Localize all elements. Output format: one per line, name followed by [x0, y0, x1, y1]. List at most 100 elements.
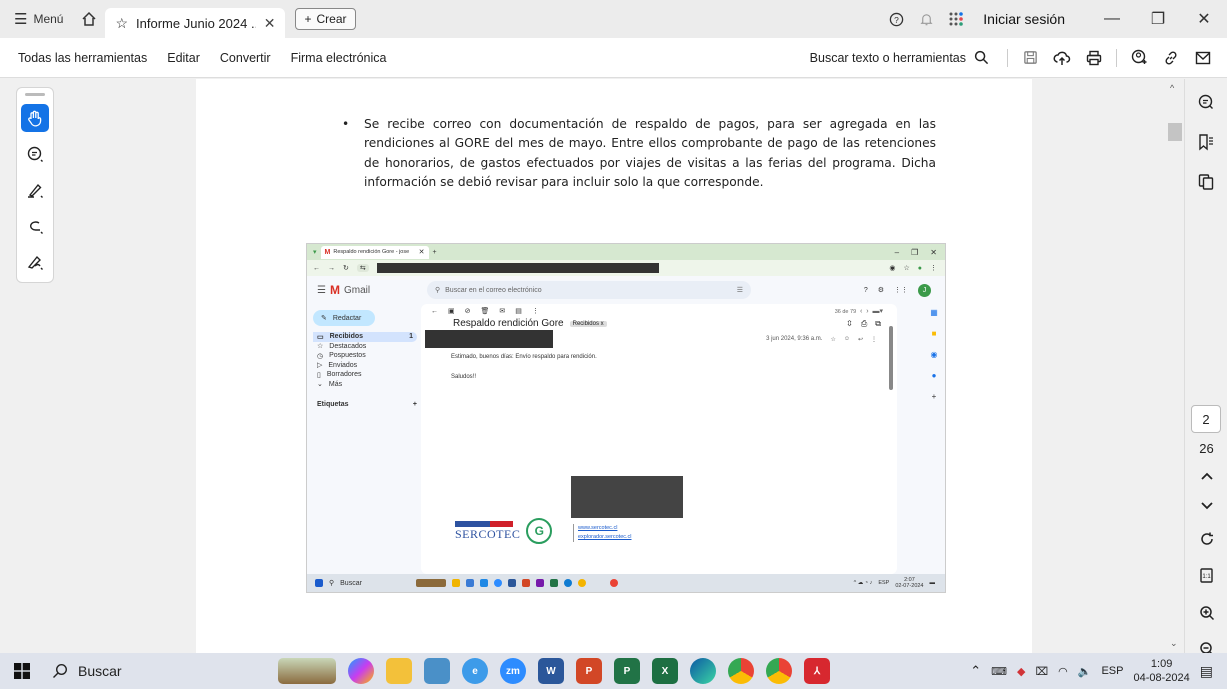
landscape-widget-icon[interactable]	[278, 658, 336, 684]
pages-panel-icon[interactable]	[1197, 173, 1215, 191]
nav-label: Recibidos	[329, 333, 364, 341]
nav-starred: ☆ Destacados	[313, 342, 417, 352]
menu-all-tools[interactable]: Todas las herramientas	[0, 51, 157, 65]
clock[interactable]: 1:09 04-08-2024	[1133, 657, 1189, 685]
tool-bar: Todas las herramientas Editar Convertir …	[0, 38, 1227, 78]
windows-taskbar: Buscar e zm W P P X ⅄ ⌃ ⌨ ◆ ⌧ ◠ 🔈 ESP 1:…	[0, 653, 1227, 689]
home-icon	[82, 11, 97, 26]
plus-icon: +	[304, 12, 312, 26]
start-button[interactable]	[0, 663, 44, 679]
apps-grid-icon[interactable]	[941, 11, 971, 27]
drag-handle[interactable]	[25, 93, 45, 96]
bell-icon[interactable]	[911, 12, 941, 27]
highlight-tool-button[interactable]	[21, 176, 49, 204]
save-icon[interactable]	[1014, 50, 1046, 65]
page-number-input[interactable]: 2	[1191, 405, 1221, 433]
copilot-icon[interactable]	[348, 658, 374, 684]
right-panel-rail: 2 26 1:1	[1184, 79, 1227, 657]
minimize-button[interactable]: —	[1089, 0, 1135, 38]
browser-tab-bar: ▾ M Respaldo rendición Gore - jose ✕ + –…	[307, 244, 945, 260]
tab-document[interactable]: ☆ Informe Junio 2024 ... ✕	[105, 8, 286, 38]
bookmark-star-icon: ☆	[903, 265, 910, 272]
new-tab-icon: +	[432, 248, 437, 256]
add-icon: +	[931, 392, 937, 401]
prev-page-icon[interactable]	[1200, 471, 1214, 481]
document-canvas[interactable]: • Se recibe correo con documentación de …	[0, 79, 1227, 657]
clock-icon: ◷	[317, 352, 324, 360]
next-page-icon[interactable]	[1200, 501, 1214, 511]
sign-tool-button[interactable]	[21, 248, 49, 276]
trash-icon: 🗑	[480, 308, 490, 315]
control-panel-icon[interactable]	[424, 658, 450, 684]
comment-tool-button[interactable]	[21, 140, 49, 168]
nav-label: Pospuestos	[329, 352, 366, 360]
embedded-taskbar-search: Buscar	[340, 579, 362, 587]
project-icon[interactable]: P	[614, 658, 640, 684]
title-bar: ☰ Menú ☆ Informe Junio 2024 ... ✕ + Crea…	[0, 0, 1227, 38]
chevron-down-icon: ⌄	[317, 381, 323, 389]
ime-icon[interactable]: ⌧	[1035, 665, 1048, 678]
page-fit-icon[interactable]: 1:1	[1198, 567, 1216, 585]
file-explorer-icon[interactable]	[386, 658, 412, 684]
hand-tool-button[interactable]	[21, 104, 49, 132]
scroll-thumb[interactable]	[1168, 123, 1182, 141]
restore-button[interactable]: ❐	[1135, 0, 1181, 38]
draw-tool-button[interactable]	[21, 212, 49, 240]
rotate-icon[interactable]	[1199, 531, 1215, 547]
close-window-button[interactable]: ✕	[1181, 0, 1227, 38]
share-user-icon[interactable]	[1123, 49, 1155, 66]
chrome-profile-icon[interactable]	[766, 658, 792, 684]
help-icon[interactable]: ?	[881, 12, 911, 27]
home-button[interactable]	[73, 0, 105, 38]
star-icon[interactable]: ☆	[115, 15, 128, 32]
email-icon[interactable]	[1187, 51, 1219, 65]
apps-icon: ⋮⋮	[894, 287, 908, 294]
menu-button[interactable]: ☰ Menú	[0, 0, 73, 38]
menu-convert[interactable]: Convertir	[210, 51, 281, 65]
volume-icon[interactable]: 🔈	[1078, 665, 1092, 678]
signature-link: explorador.sercotec.cl	[578, 534, 632, 540]
search-icon: ⚲	[329, 580, 335, 587]
vertical-scrollbar[interactable]: ^ ⌄	[1168, 79, 1182, 653]
nav-label: Destacados	[329, 342, 367, 350]
acrobat-icon[interactable]: ⅄	[804, 658, 830, 684]
emoji-icon: ☺	[843, 336, 850, 342]
chrome-icon[interactable]	[728, 658, 754, 684]
scroll-up-icon[interactable]: ^	[1170, 83, 1174, 93]
tab-label: Informe Junio 2024 ...	[136, 15, 256, 31]
menu-esign[interactable]: Firma electrónica	[281, 51, 397, 65]
redacted-url	[376, 263, 659, 273]
wifi-icon[interactable]: ◠	[1058, 665, 1068, 678]
reply-icon: ↩	[857, 337, 863, 343]
chevron-up-icon[interactable]: ⌃	[970, 663, 981, 679]
edge-icon[interactable]	[690, 658, 716, 684]
powerpoint-icon[interactable]: P	[576, 658, 602, 684]
close-tab-icon[interactable]: ✕	[264, 15, 276, 32]
zoom-in-icon[interactable]	[1199, 605, 1215, 621]
language-indicator[interactable]: ESP	[1101, 665, 1123, 677]
taskbar-search[interactable]: Buscar	[44, 663, 244, 679]
keyboard-icon[interactable]: ⌨	[991, 665, 1007, 678]
link-icon[interactable]	[1155, 50, 1187, 66]
excel-icon[interactable]: X	[652, 658, 678, 684]
divider	[1116, 48, 1117, 67]
signature-icon	[27, 255, 43, 270]
notifications-icon[interactable]: ▤	[1200, 663, 1213, 680]
cloud-upload-icon[interactable]	[1046, 50, 1078, 66]
menu-edit[interactable]: Editar	[157, 51, 210, 65]
tab-dropdown-icon: ▾	[313, 249, 317, 256]
edge-legacy-icon[interactable]: e	[462, 658, 488, 684]
login-link[interactable]: Iniciar sesión	[971, 11, 1089, 27]
zoom-icon[interactable]: zm	[500, 658, 526, 684]
create-button[interactable]: + Crear	[295, 8, 356, 30]
comments-panel-icon[interactable]	[1197, 93, 1215, 111]
create-label: Crear	[316, 12, 347, 26]
nav-sent: ▷ Enviados	[313, 361, 417, 371]
bookmark-panel-icon[interactable]	[1197, 133, 1215, 151]
word-icon[interactable]: W	[538, 658, 564, 684]
print-icon[interactable]	[1078, 50, 1110, 66]
shield-icon[interactable]: ◆	[1017, 665, 1025, 678]
scroll-down-icon[interactable]: ⌄	[1170, 638, 1178, 649]
search-tools-button[interactable]: Buscar texto o herramientas	[810, 50, 1001, 65]
embedded-lang: ESP	[878, 580, 890, 586]
